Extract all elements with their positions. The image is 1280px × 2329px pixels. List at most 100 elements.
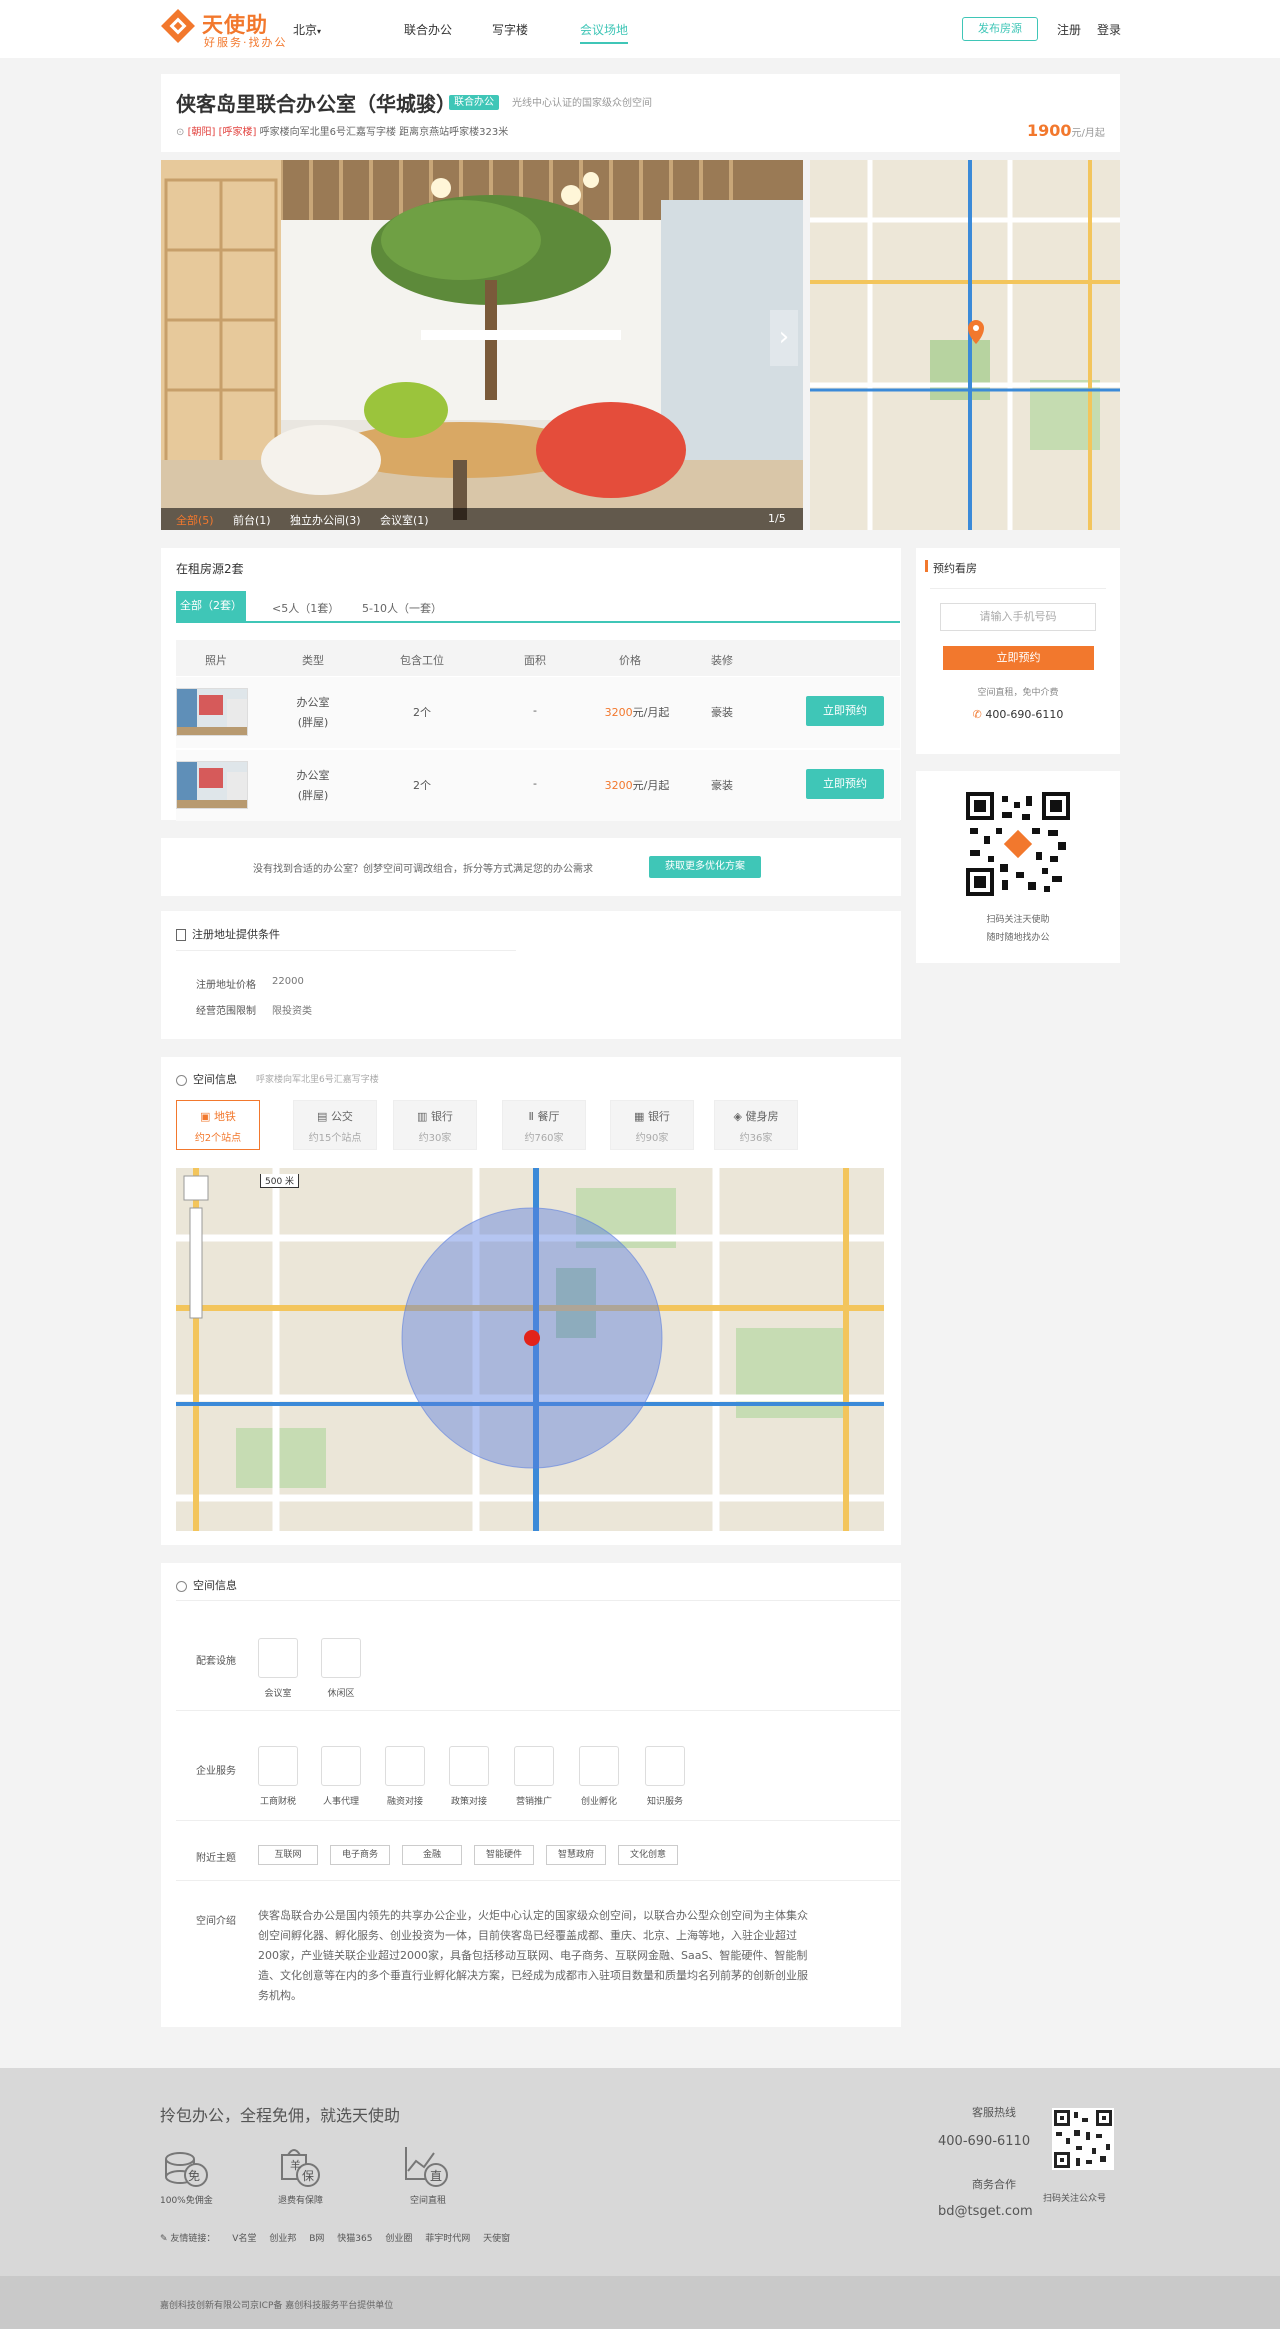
- friend-link[interactable]: B网: [309, 2234, 324, 2244]
- traffic-tab-count: 约90家: [635, 1133, 669, 1144]
- no-commission-char: 免: [188, 2169, 201, 2183]
- no-commission-icon: 免: [164, 2147, 208, 2187]
- get-plan-button[interactable]: 获取更多优化方案: [649, 856, 761, 878]
- publish-listing-button[interactable]: 发布房源: [962, 17, 1038, 41]
- service-item: 知识服务: [646, 1797, 683, 1807]
- rooms-tab-small[interactable]: <5人（1套）: [272, 600, 339, 616]
- footer-qr-code-icon: [1052, 2108, 1114, 2170]
- registration-heading-text: 注册地址提供条件: [192, 928, 280, 941]
- guarantee-char-1: 羊: [290, 2159, 301, 2172]
- traffic-tab-label-text: 地铁: [213, 1110, 236, 1123]
- gavel-icon: [645, 1746, 685, 1786]
- traffic-tab-label-text: 餐厅: [537, 1110, 560, 1123]
- photo-tab-reception[interactable]: 前台(1): [233, 512, 271, 528]
- guarantee-char: 保: [302, 2169, 315, 2183]
- room-thumbnail[interactable]: [176, 688, 248, 736]
- traffic-tab-count: 约760家: [524, 1133, 564, 1144]
- nav-office-building[interactable]: 写字楼: [492, 21, 528, 38]
- traffic-subheading: 呼家楼向军北里6号汇嘉写字楼: [256, 1075, 379, 1085]
- facility-item: 休闲区: [327, 1689, 355, 1699]
- traffic-tab-restaurant[interactable]: Ⅱ 餐厅约760家: [502, 1100, 586, 1150]
- friend-link[interactable]: 创业邦: [269, 2234, 296, 2244]
- book-now-button[interactable]: 立即预约: [806, 769, 884, 799]
- traffic-tab-label: Ⅱ 餐厅: [503, 1108, 585, 1124]
- rooms-heading: 在租房源2套: [176, 562, 244, 576]
- friend-link[interactable]: 天使窗: [483, 2234, 510, 2244]
- divider: [176, 1710, 900, 1711]
- book-viewing-button[interactable]: 立即预约: [943, 646, 1094, 670]
- room-thumbnail-image: [177, 762, 247, 808]
- divider: [176, 1880, 900, 1881]
- traffic-tab-label: ◈ 健身房: [715, 1108, 797, 1124]
- qr-caption-1: 扫码关注天使助: [986, 915, 1050, 925]
- link-icon: ✎: [160, 2234, 171, 2244]
- traffic-tab-gym[interactable]: ◈ 健身房约36家: [714, 1100, 798, 1150]
- nearby-tag[interactable]: 智能硬件: [474, 1845, 534, 1865]
- page-title: 侠客岛里联合办公室（华城骏）: [176, 92, 456, 116]
- room-area: -: [533, 777, 537, 790]
- nav-meeting-venue[interactable]: 会议场地: [580, 21, 628, 38]
- traffic-tab-subway[interactable]: ▣ 地铁 约2个站点: [176, 1100, 260, 1150]
- traffic-tab-count: 约36家: [739, 1133, 773, 1144]
- room-type-sub: (胖屋): [297, 789, 329, 802]
- business-email[interactable]: bd@tsget.com: [938, 2204, 1033, 2219]
- nearby-tag[interactable]: 文化创意: [618, 1845, 678, 1865]
- guarantee-icon: 羊 保: [276, 2145, 320, 2187]
- city-selector[interactable]: 北京▾: [293, 21, 321, 38]
- book-now-button[interactable]: 立即预约: [806, 696, 884, 726]
- location-map-small[interactable]: [810, 160, 1120, 530]
- bank-icon: ▦: [634, 1110, 648, 1123]
- district-tag[interactable]: [朝阳]: [188, 127, 216, 138]
- office-photo[interactable]: [161, 160, 803, 530]
- room-price-value: 3200: [604, 706, 633, 719]
- nearby-label: 附近主题: [196, 1853, 236, 1864]
- room-thumbnail[interactable]: [176, 761, 248, 809]
- friend-link[interactable]: 创业圈: [385, 2234, 412, 2244]
- next-photo-button[interactable]: ›: [770, 310, 798, 366]
- document-icon: [176, 929, 186, 941]
- megaphone-icon: [514, 1746, 554, 1786]
- badge-label: 联合办公: [449, 95, 499, 110]
- area-map[interactable]: 500 米: [176, 1168, 884, 1531]
- register-link[interactable]: 注册: [1057, 21, 1081, 38]
- divider: [930, 588, 1106, 589]
- area-tag[interactable]: [呼家楼]: [219, 127, 257, 138]
- reg-price-label: 注册地址价格: [196, 980, 256, 991]
- qr-caption-2: 随时随地找办公: [986, 933, 1050, 943]
- rooms-tab-medium[interactable]: 5-10人（一套）: [362, 600, 442, 616]
- nav-coworking[interactable]: 联合办公: [404, 21, 452, 38]
- traffic-tab-bus[interactable]: ▤ 公交 约15个站点: [293, 1100, 377, 1150]
- nearby-tag[interactable]: 金融: [402, 1845, 462, 1865]
- login-link[interactable]: 登录: [1097, 21, 1121, 38]
- photo-tab-private-office[interactable]: 独立办公间(3): [290, 512, 361, 528]
- booking-phone-number: 400-690-6110: [985, 708, 1064, 721]
- hotline-label: 客服热线: [972, 2106, 1016, 2119]
- traffic-tab-bank-2[interactable]: ▦ 银行约90家: [610, 1100, 694, 1150]
- price-value: 1900: [1027, 121, 1072, 140]
- friend-link[interactable]: 菲宇时代网: [425, 2234, 470, 2244]
- registration-heading: 注册地址提供条件: [176, 926, 280, 942]
- nearby-tag[interactable]: 智慧政府: [546, 1845, 606, 1865]
- service-item: 创业孵化: [580, 1797, 617, 1807]
- room-price-unit: 元/月起: [632, 779, 670, 792]
- nearby-tag[interactable]: 电子商务: [330, 1845, 390, 1865]
- direct-rent-label: 空间直租: [410, 2196, 447, 2206]
- reg-price-value: 22000: [272, 976, 304, 987]
- friend-link[interactable]: V名堂: [232, 2234, 256, 2244]
- listing-price: 1900元/月起: [1027, 121, 1105, 140]
- person-icon: [321, 1746, 361, 1786]
- address-line: ⊙ [朝阳] [呼家楼] 呼家楼向军北里6号汇嘉写字楼 距离京燕站呼家楼323米: [176, 123, 508, 138]
- friend-link[interactable]: 快猫365: [337, 2234, 372, 2244]
- traffic-tab-label-text: 银行: [647, 1110, 670, 1123]
- nearby-tag[interactable]: 互联网: [258, 1845, 318, 1865]
- rooms-tab-all[interactable]: 全部（2套）: [176, 591, 246, 621]
- photo-tab-all[interactable]: 全部(5): [176, 512, 214, 528]
- price-unit: 元/月起: [1071, 128, 1105, 139]
- logo-icon[interactable]: [160, 8, 196, 44]
- logo-subtitle: 好服务·找办公: [204, 36, 288, 49]
- room-type: 办公室 (胖屋): [283, 694, 343, 730]
- photo-tab-meeting-room[interactable]: 会议室(1): [380, 512, 429, 528]
- traffic-tab-bank[interactable]: ▥ 银行 约30家: [393, 1100, 477, 1150]
- service-item: 营销推广: [515, 1797, 552, 1807]
- phone-input[interactable]: 请输入手机号码: [940, 603, 1096, 631]
